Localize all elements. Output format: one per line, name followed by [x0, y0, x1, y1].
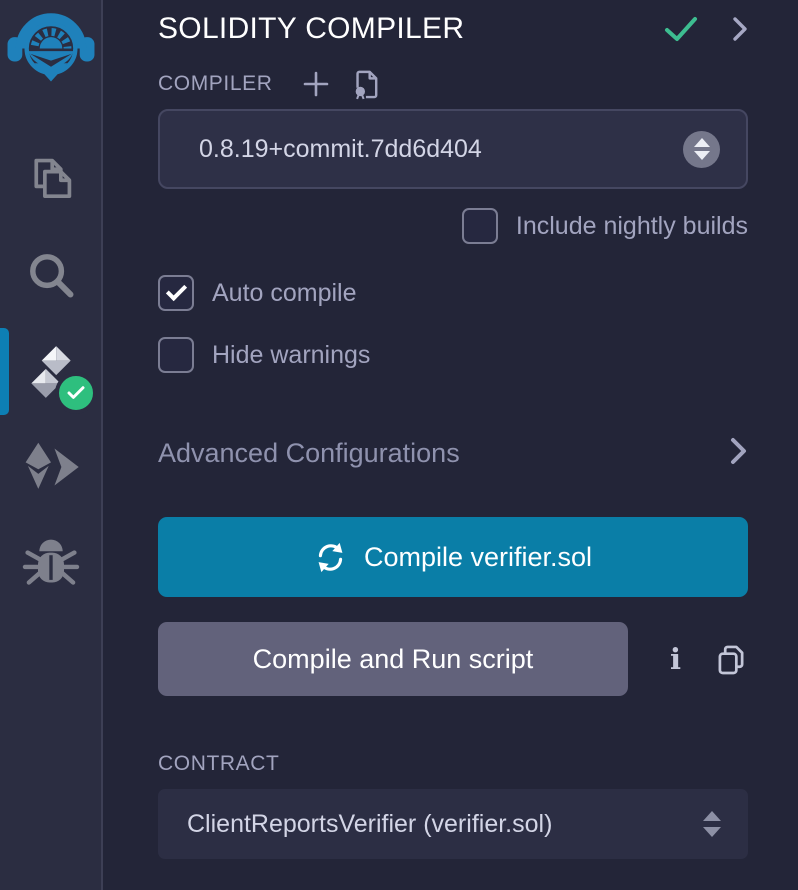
chevron-right-icon	[730, 436, 748, 471]
remix-logo[interactable]	[5, 5, 97, 85]
panel-collapse-chevron-icon[interactable]	[732, 16, 748, 42]
advanced-configurations-label: Advanced Configurations	[158, 438, 460, 469]
compile-and-run-button[interactable]: Compile and Run script	[158, 622, 628, 696]
hide-warnings-label[interactable]: Hide warnings	[212, 341, 370, 370]
nightly-builds-label[interactable]: Include nightly builds	[516, 212, 748, 241]
file-explorer-icon	[24, 152, 78, 211]
contract-section-label: CONTRACT	[158, 752, 279, 776]
plugin-icon-nav	[0, 133, 101, 613]
contract-label-row: CONTRACT	[158, 752, 748, 776]
page-title: SOLIDITY COMPILER	[158, 12, 664, 46]
compile-button-label: Compile verifier.sol	[364, 542, 592, 573]
promote-compiler-doc-icon[interactable]	[351, 68, 379, 100]
compiled-check-icon	[664, 15, 698, 43]
sidebar-item-file-explorer[interactable]	[0, 133, 101, 229]
contract-select[interactable]: ClientReportsVerifier (verifier.sol)	[158, 789, 748, 859]
info-icon[interactable]: i	[670, 645, 681, 674]
hide-warnings-row: Hide warnings	[158, 337, 748, 373]
compile-success-badge-icon	[55, 372, 97, 414]
sidebar-item-deploy-and-run[interactable]	[0, 421, 101, 517]
icon-panel	[0, 0, 103, 890]
sidebar-item-solidity-compiler[interactable]	[0, 325, 101, 421]
solidity-compiler-panel: SOLIDITY COMPILER COMPILER	[103, 0, 798, 890]
refresh-icon	[314, 541, 347, 574]
sidebar-item-debugger[interactable]	[0, 517, 101, 613]
compiler-label-row: COMPILER	[158, 68, 748, 100]
compiler-version-select[interactable]: 0.8.19+commit.7dd6d404	[158, 109, 748, 189]
copy-icon[interactable]	[717, 643, 746, 676]
sidebar-item-search[interactable]	[0, 229, 101, 325]
hide-warnings-checkbox[interactable]	[158, 337, 194, 373]
compiler-version-value: 0.8.19+commit.7dd6d404	[199, 135, 683, 164]
panel-header: SOLIDITY COMPILER	[158, 12, 748, 46]
auto-compile-row: Auto compile	[158, 275, 748, 311]
nightly-builds-checkbox[interactable]	[462, 208, 498, 244]
select-arrows-icon	[703, 811, 721, 837]
advanced-configurations-toggle[interactable]: Advanced Configurations	[158, 436, 748, 471]
deploy-run-icon	[21, 440, 81, 499]
contract-select-value: ClientReportsVerifier (verifier.sol)	[187, 810, 703, 839]
nightly-builds-row: Include nightly builds	[158, 208, 748, 244]
bug-icon	[22, 537, 80, 594]
add-custom-compiler-icon[interactable]	[303, 71, 329, 97]
compile-run-row: Compile and Run script i	[158, 622, 748, 696]
compile-button[interactable]: Compile verifier.sol	[158, 517, 748, 597]
compiler-section-label: COMPILER	[158, 72, 273, 96]
auto-compile-label[interactable]: Auto compile	[212, 279, 357, 308]
search-icon	[25, 249, 77, 306]
auto-compile-checkbox[interactable]	[158, 275, 194, 311]
remix-ide-window: SOLIDITY COMPILER COMPILER	[0, 0, 798, 890]
select-updown-circle-icon	[683, 131, 720, 168]
